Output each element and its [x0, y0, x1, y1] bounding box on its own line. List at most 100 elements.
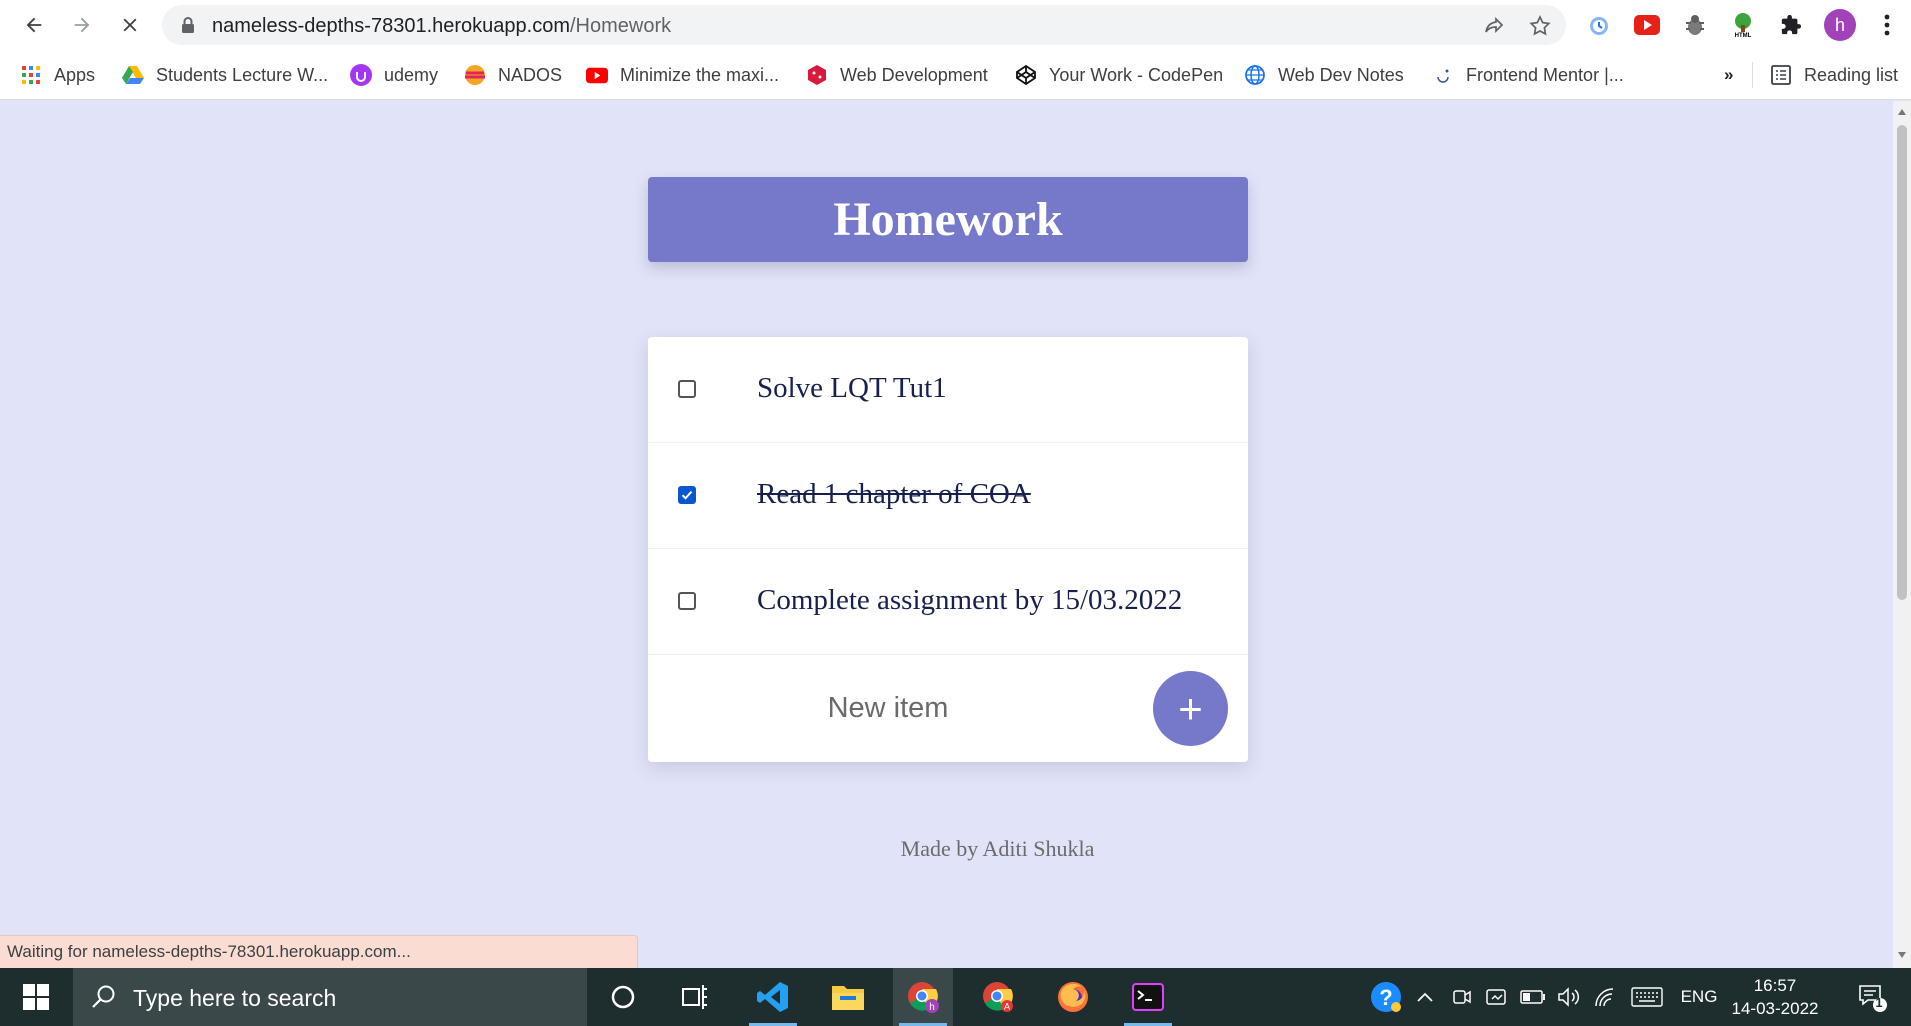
menu-kebab-icon[interactable] [1872, 10, 1902, 40]
scroll-thumb[interactable] [1897, 125, 1907, 600]
status-bubble: Waiting for nameless-depths-78301.heroku… [0, 935, 638, 968]
vscode-icon [757, 982, 788, 1012]
notification-center-button[interactable]: 1 [1850, 968, 1894, 1026]
windows-logo-icon [23, 984, 49, 1010]
volume-icon[interactable] [1554, 968, 1584, 1026]
page-title: Homework [833, 193, 1063, 246]
meet-now-icon[interactable] [1448, 968, 1476, 1026]
firefox-icon [1058, 982, 1088, 1012]
profile-avatar[interactable]: h [1824, 9, 1856, 41]
browser-toolbar: nameless-depths-78301.herokuapp.com/Home… [0, 0, 1911, 50]
bookmark-label: Minimize the maxi... [620, 64, 780, 85]
svg-text:h: h [929, 1002, 935, 1013]
todo-item: Complete assignment by 15/03.2022 [648, 549, 1248, 655]
todo-checkbox[interactable] [678, 486, 696, 504]
start-button[interactable] [14, 982, 58, 1012]
taskbar-chrome-profile[interactable]: h [893, 968, 953, 1026]
scroll-down-arrow-icon[interactable] [1898, 952, 1906, 958]
page-scrollbar[interactable] [1893, 101, 1911, 968]
address-bar[interactable]: nameless-depths-78301.herokuapp.com/Home… [162, 5, 1566, 45]
taskbar-vscode[interactable] [743, 968, 803, 1026]
search-icon [92, 985, 115, 1008]
cortana-button[interactable] [593, 968, 653, 1026]
bookmark-web-development[interactable]: Web Development [806, 62, 988, 88]
taskbar-firefox[interactable] [1043, 968, 1103, 1026]
close-icon [123, 18, 137, 32]
bookmark-minimize-the-maxi[interactable]: Minimize the maxi... [586, 62, 779, 88]
footer-credit: Made by Aditi Shukla [900, 836, 1095, 861]
bookmarks-bar: Apps Students Lecture W... udemy NADOS M… [0, 50, 1911, 100]
todo-item: Solve LQT Tut1 [648, 337, 1248, 443]
bookmark-codepen[interactable]: Your Work - CodePen [1015, 62, 1223, 88]
reading-list-button[interactable]: Reading list [1770, 62, 1898, 88]
todo-card: Solve LQT Tut1 Read 1 chapter of COA Com… [648, 337, 1248, 762]
bookmark-label: Web Dev Notes [1278, 64, 1404, 85]
taskbar-search-box[interactable]: Type here to search [73, 968, 587, 1026]
bookmark-star-icon[interactable] [1528, 14, 1552, 38]
clock-date: 14-03-2022 [1731, 999, 1819, 1018]
lock-icon [182, 17, 194, 33]
todo-item: Read 1 chapter of COA [648, 443, 1248, 549]
clock-time: 16:57 [1753, 976, 1797, 995]
taskbar-clock[interactable]: 16:57 14-03-2022 [1730, 974, 1820, 1020]
task-view-button[interactable] [665, 968, 725, 1026]
taskbar-chrome-profile-2[interactable]: A [968, 968, 1028, 1026]
battery-icon[interactable] [1518, 968, 1548, 1026]
language-indicator[interactable]: ENG [1676, 968, 1722, 1026]
chrome-icon: h [908, 982, 939, 1013]
folder-icon [832, 986, 864, 1010]
bookmarks-overflow-button[interactable]: » [1724, 62, 1733, 88]
google-drive-icon [122, 64, 144, 86]
wifi-icon[interactable] [1590, 968, 1620, 1026]
bookmark-apps[interactable]: Apps [20, 62, 95, 88]
bookmark-label: Apps [54, 64, 96, 85]
arrow-right-icon [74, 17, 90, 33]
bookmark-label: udemy [384, 64, 439, 85]
device-tray-icon[interactable] [1482, 968, 1512, 1026]
add-item-button[interactable]: + [1153, 671, 1228, 746]
footer: Made by Aditi Shukla [0, 836, 1893, 862]
reading-list-icon [1770, 64, 1792, 86]
new-item-input[interactable] [688, 686, 1088, 730]
todo-checkbox[interactable] [678, 592, 696, 610]
bookmark-frontend-mentor[interactable]: Frontend Mentor |... [1432, 62, 1624, 88]
bookmark-label: Frontend Mentor |... [1466, 64, 1624, 85]
taskbar-terminal[interactable] [1118, 968, 1178, 1026]
timer-extension-icon[interactable] [1584, 10, 1614, 40]
reading-list-label: Reading list [1804, 64, 1899, 85]
nados-icon [464, 64, 486, 86]
forward-button[interactable] [66, 9, 98, 41]
codepen-icon [1015, 64, 1037, 86]
youtube-icon [586, 64, 608, 86]
back-button[interactable] [18, 9, 50, 41]
stop-loading-button[interactable] [114, 9, 146, 41]
todo-checkbox[interactable] [678, 380, 696, 398]
new-item-form: + [648, 655, 1248, 762]
chevron-up-icon[interactable] [1412, 968, 1438, 1026]
html-tree-extension-icon[interactable]: HTML [1728, 10, 1758, 40]
task-view-icon [682, 985, 707, 1009]
bookmark-students-lecture[interactable]: Students Lecture W... [122, 62, 328, 88]
bookmarks-divider [1752, 62, 1753, 88]
todo-text: Complete assignment by 15/03.2022 [757, 584, 1183, 616]
taskbar-file-explorer[interactable] [818, 968, 878, 1026]
bug-extension-icon[interactable] [1680, 10, 1710, 40]
keyboard-icon[interactable] [1628, 968, 1666, 1026]
bookmark-label: Students Lecture W... [156, 64, 329, 85]
bookmark-web-dev-notes[interactable]: Web Dev Notes [1244, 62, 1404, 88]
page-viewport: Homework Solve LQT Tut1 Read 1 chapter o… [0, 101, 1893, 968]
help-tray-icon[interactable]: ? [1366, 968, 1406, 1026]
scroll-up-arrow-icon[interactable] [1898, 109, 1906, 115]
apps-grid-icon [20, 64, 42, 86]
todo-text: Read 1 chapter of COA [757, 478, 1031, 510]
bookmark-nados[interactable]: NADOS [464, 62, 562, 88]
youtube-extension-icon[interactable] [1632, 10, 1662, 40]
extensions-puzzle-icon[interactable] [1776, 10, 1806, 40]
bookmark-label: Web Development [840, 64, 988, 85]
globe-icon [1244, 64, 1266, 86]
checkmark-icon [681, 491, 693, 500]
share-icon[interactable] [1482, 14, 1506, 38]
bookmark-label: Your Work - CodePen [1049, 64, 1224, 85]
svg-text:HTML: HTML [1735, 33, 1752, 38]
bookmark-udemy[interactable]: udemy [350, 62, 438, 88]
